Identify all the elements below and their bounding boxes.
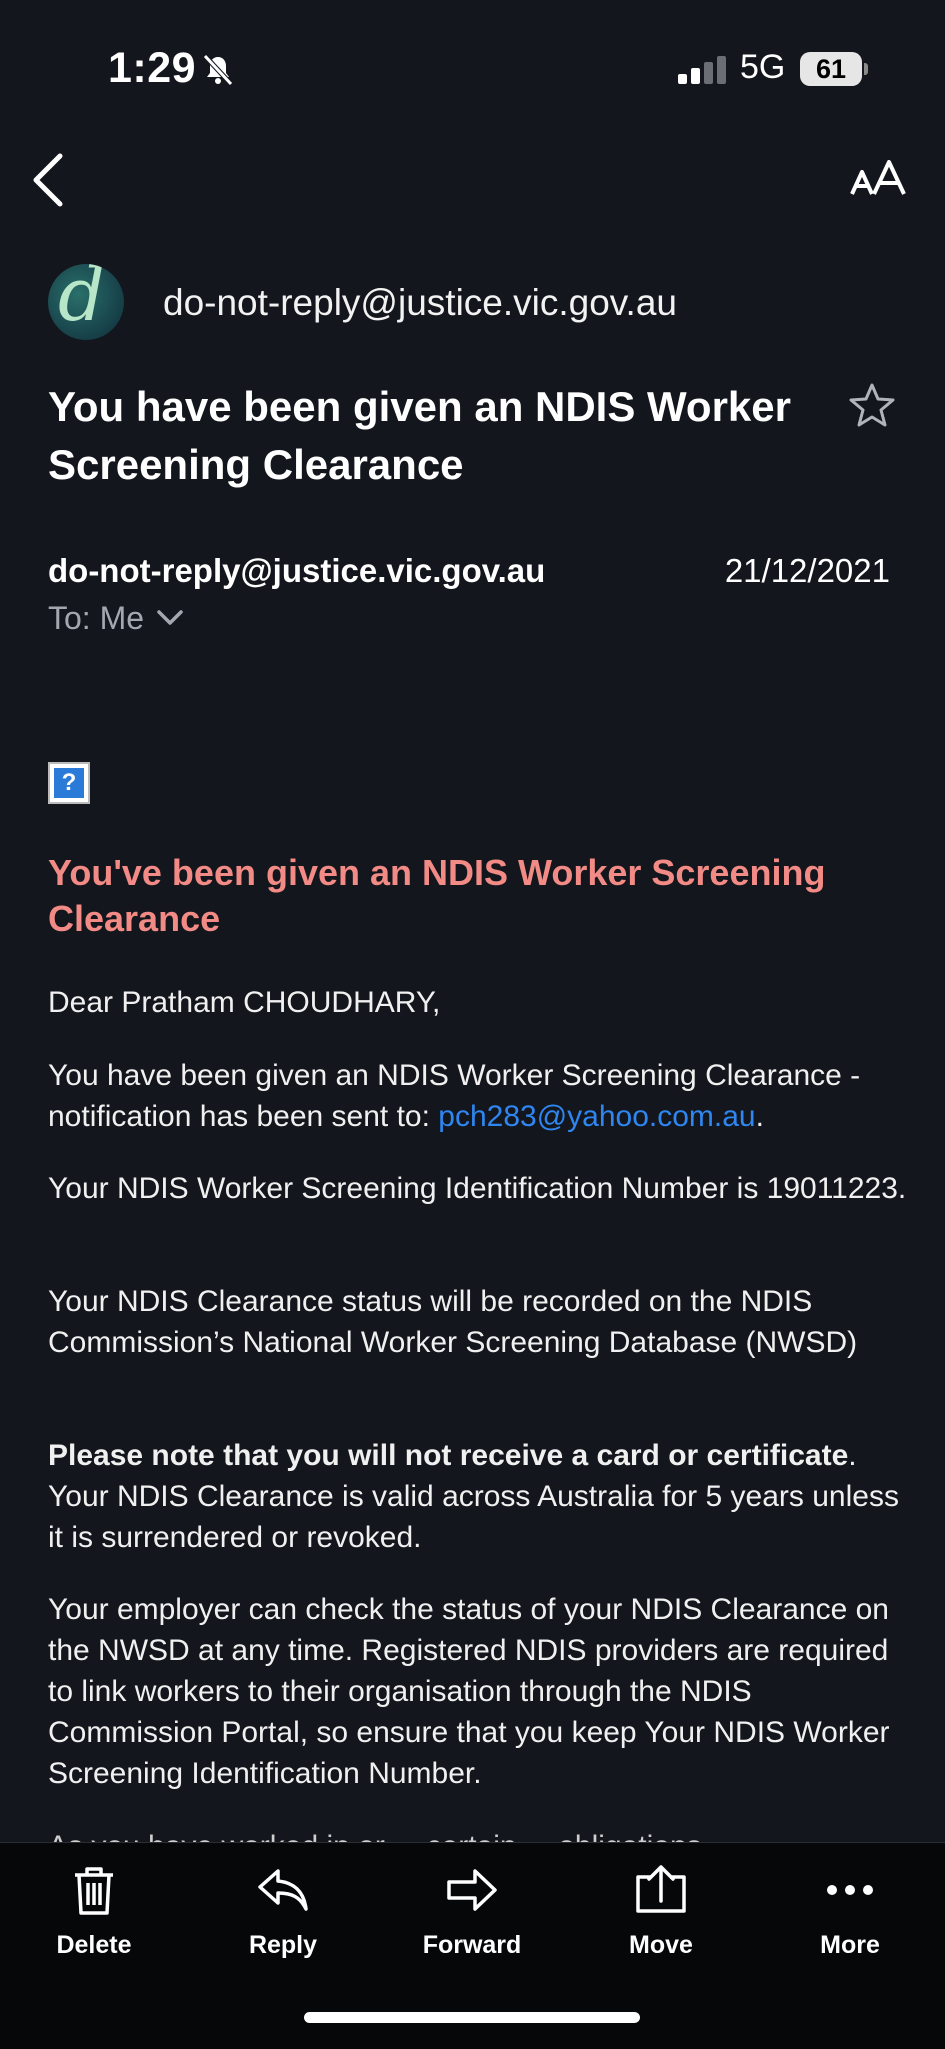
delete-button[interactable]: Delete [19,1863,169,1960]
more-icon [827,1885,873,1895]
network-type: 5G [740,48,786,86]
email-heading: You've been given an NDIS Worker Screeni… [48,852,826,939]
chevron-down-icon[interactable] [156,608,184,628]
more-button[interactable]: More [775,1863,925,1960]
more-label: More [820,1931,880,1959]
back-chevron-icon[interactable] [30,150,70,210]
delete-label: Delete [56,1931,132,1959]
move-label: Move [629,1931,693,1959]
sender-address[interactable]: do-not-reply@justice.vic.gov.au [163,282,677,324]
status-time: 1:29 [108,44,197,92]
paragraph-note: Please note that you will not receive a … [48,1435,908,1558]
star-icon[interactable] [848,382,896,428]
paragraph-end: . [755,1100,764,1133]
trash-icon [75,1867,113,1915]
text-size-icon[interactable] [850,160,906,196]
email-link[interactable]: pch283@yahoo.com.au [438,1100,755,1133]
forward-icon [447,1869,497,1911]
email-date: 21/12/2021 [724,552,890,589]
paragraph-nwsd: Your NDIS Clearance status will be recor… [48,1285,858,1359]
recipient-toggle[interactable]: To: Me [48,600,144,637]
paragraph-id-number: Your NDIS Worker Screening Identificatio… [48,1172,907,1205]
home-indicator[interactable] [304,2012,640,2023]
reply-icon [258,1869,308,1911]
avatar: d [48,264,124,340]
paragraph-notification: You have been given an NDIS Worker Scree… [48,1055,908,1137]
broken-image-glyph: ? [54,768,84,798]
paragraph-employer: Your employer can check the status of yo… [48,1593,890,1790]
note-bold: Please note that you will not receive a … [48,1439,849,1472]
signal-icon [678,56,726,84]
bell-slash-icon [203,54,233,86]
from-address[interactable]: do-not-reply@justice.vic.gov.au [48,552,545,590]
move-icon [636,1865,686,1913]
battery-tip [864,63,868,75]
battery-level: 61 [800,52,862,86]
forward-label: Forward [422,1931,522,1959]
avatar-logo: d [58,264,106,338]
email-subject: You have been given an NDIS Worker Scree… [48,383,791,488]
forward-button[interactable]: Forward [397,1863,547,1960]
broken-image-placeholder: ? [48,762,90,804]
move-button[interactable]: Move [586,1863,736,1960]
reply-button[interactable]: Reply [208,1863,358,1960]
greeting: Dear Pratham CHOUDHARY, [48,986,441,1019]
reply-label: Reply [248,1931,318,1959]
